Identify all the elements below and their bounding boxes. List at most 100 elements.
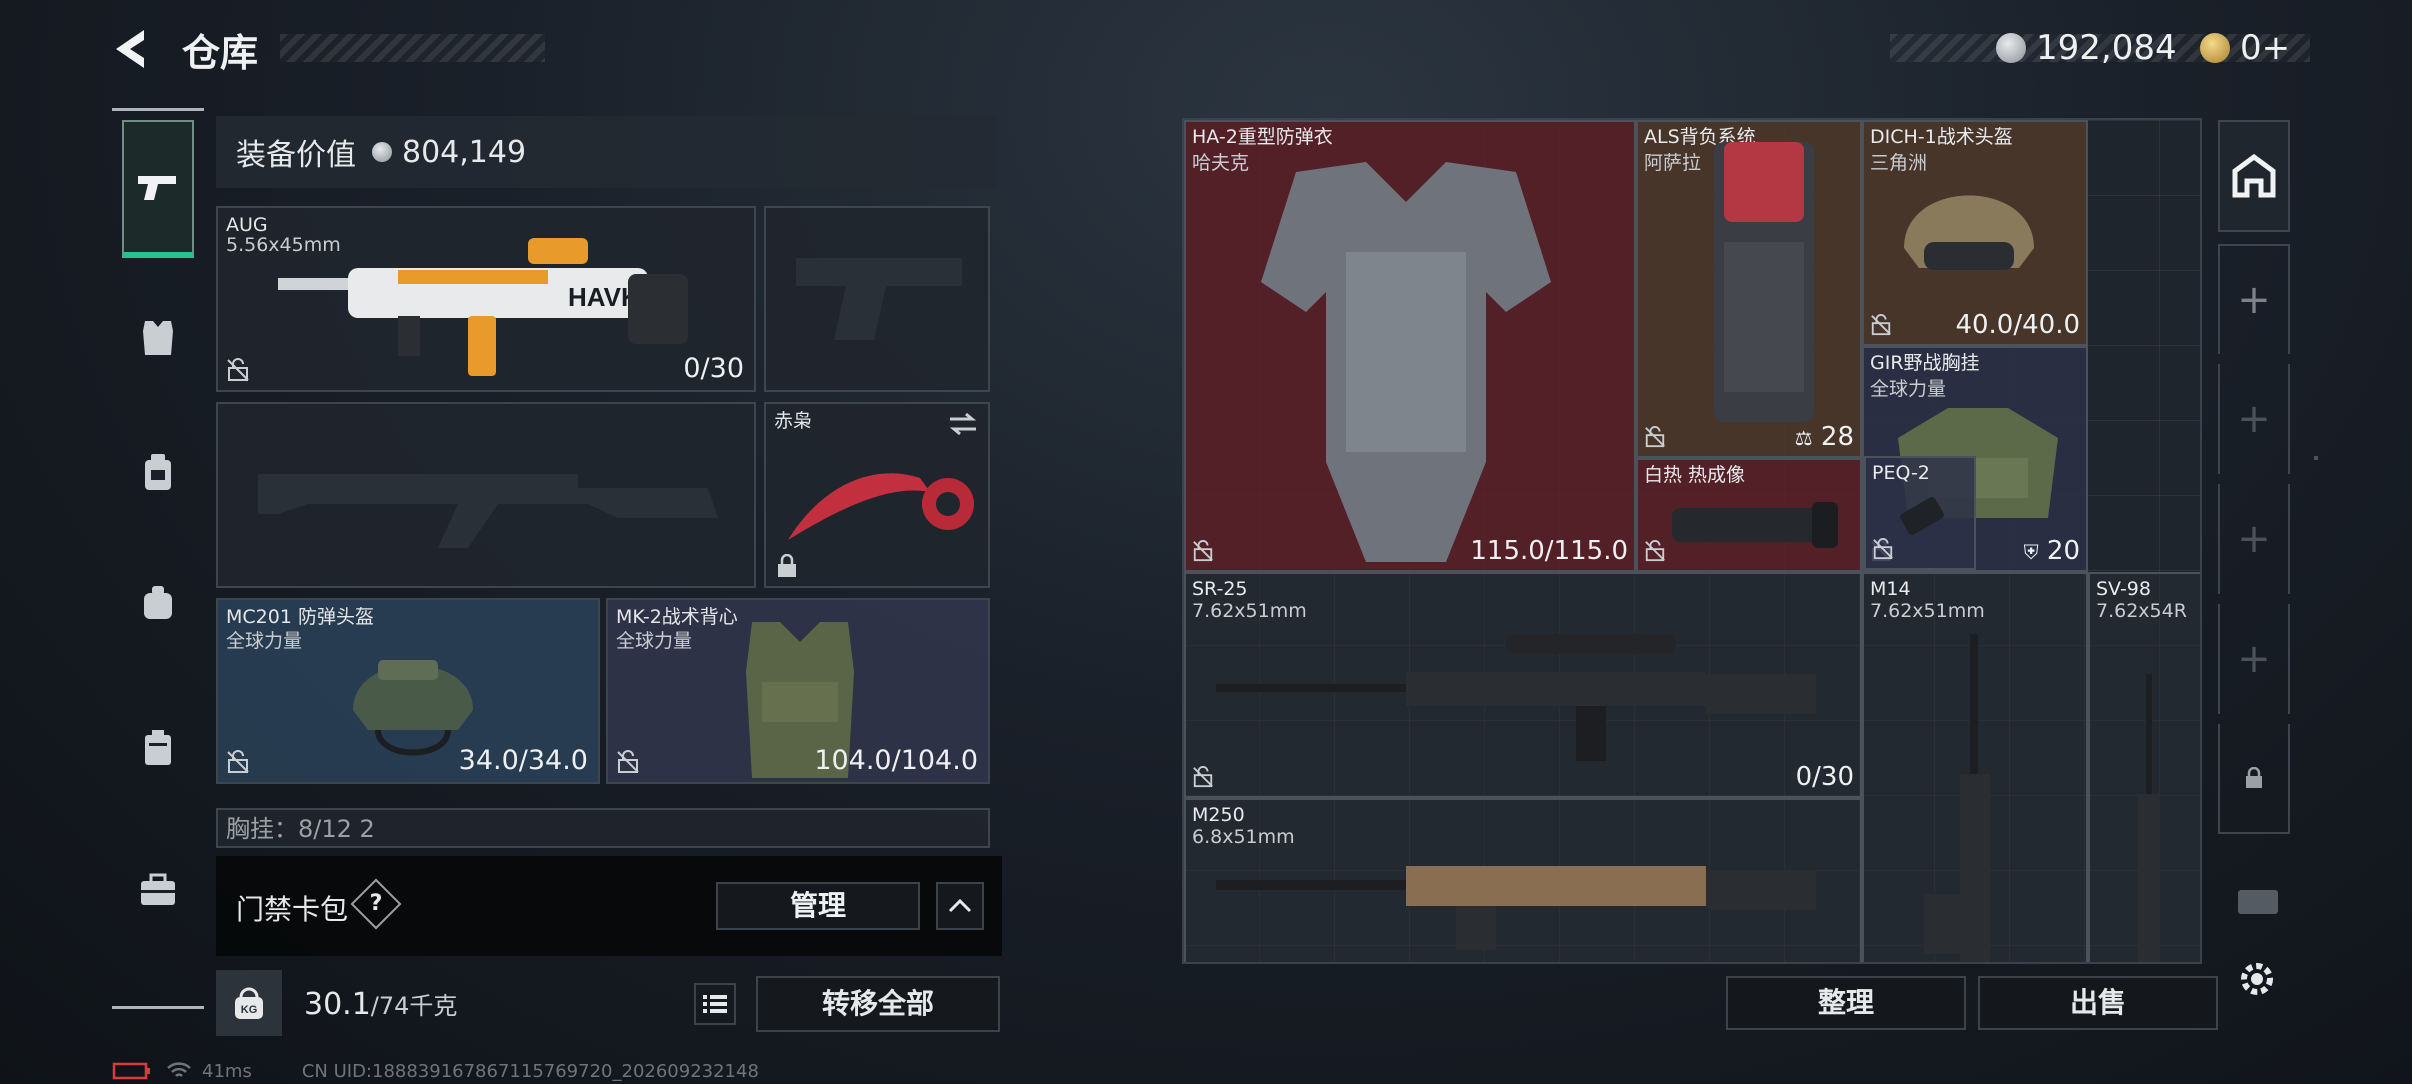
storage-item-als-backpack[interactable]: ALS背负系统 阿萨拉 ⚖ 28 <box>1636 120 1862 458</box>
tactical-helmet-image <box>1904 195 2034 270</box>
storage-tab-home[interactable] <box>2218 120 2290 232</box>
no-lock-icon <box>227 750 249 773</box>
silver-coin-icon <box>1996 33 2026 63</box>
item-name: M250 <box>1192 804 1245 826</box>
swap-icon[interactable] <box>948 412 978 436</box>
aug-rifle-image: HAVK <box>278 238 688 376</box>
secondary-weapon-slot-empty[interactable] <box>216 402 756 588</box>
nav-pouch[interactable] <box>124 438 192 506</box>
item-brand: 哈夫克 <box>1192 152 1250 174</box>
help-icon: ? <box>369 891 383 916</box>
thermal-scope-image <box>1672 502 1838 548</box>
storage-tab-add[interactable]: + <box>2218 244 2290 354</box>
plus-icon: + <box>2237 636 2271 682</box>
storage-tab-add[interactable]: + <box>2218 364 2290 474</box>
silver-coin-icon <box>372 142 392 162</box>
storage-tab-locked[interactable] <box>2218 724 2290 834</box>
vest-slot[interactable]: MK-2战术背心 全球力量 104.0/104.0 <box>606 598 990 784</box>
pistol-slot-empty[interactable] <box>764 206 990 392</box>
status-bar: 41ms CN UID:1888391678671157697​20_20260… <box>112 1058 759 1084</box>
item-brand: 阿萨拉 <box>1644 152 1702 174</box>
helmet-brand: 全球力量 <box>226 630 303 652</box>
item-name: SV-98 <box>2096 578 2151 600</box>
nav-weapons[interactable] <box>122 120 194 258</box>
settings-button[interactable] <box>2234 956 2280 1002</box>
list-view-button[interactable] <box>694 983 736 1025</box>
chest-rig-slot[interactable]: 胸挂：8/12 2 <box>216 808 990 848</box>
chest-rig-label: 胸挂：8/12 2 <box>226 815 375 843</box>
storage-item-ha2-armor[interactable]: HA-2重型防弹衣 哈夫克 115.0/115.0 <box>1184 120 1636 572</box>
nav-armor[interactable] <box>124 304 192 372</box>
vest-name: MK-2战术背心 <box>616 606 738 628</box>
nav-case[interactable] <box>124 714 192 782</box>
storage-item-thermal-scope[interactable]: 白热 热成像 <box>1636 458 1862 572</box>
weight-current: 30.1 <box>304 987 371 1022</box>
case-shortcut[interactable] <box>2236 886 2280 920</box>
toolbox-icon <box>141 873 175 905</box>
door-card-bar: 门禁卡包 ? 管理 <box>216 856 1002 956</box>
page-title: 仓库 <box>182 31 259 75</box>
sell-button[interactable]: 出售 <box>1978 976 2218 1030</box>
storage-tab-add[interactable]: + <box>2218 604 2290 714</box>
weight-small-icon: ⚖ <box>1794 426 1813 450</box>
storage-tab-add[interactable]: + <box>2218 484 2290 594</box>
back-button[interactable] <box>108 24 158 74</box>
nav-toolbox[interactable] <box>124 856 192 924</box>
vest-brand: 全球力量 <box>616 630 693 652</box>
nav-backpack[interactable] <box>124 568 192 636</box>
transfer-all-button[interactable]: 转移全部 <box>756 976 1000 1032</box>
no-lock-icon <box>1871 314 1891 336</box>
gold-amount: 0+ <box>2240 28 2291 68</box>
item-caliber: 7.62x54R <box>2096 600 2187 622</box>
weight-kg-icon: KG <box>216 970 282 1036</box>
no-lock-icon <box>1645 540 1665 562</box>
melee-name: 赤枭 <box>774 410 813 432</box>
m250-mg-image <box>1216 866 1816 950</box>
user-id: CN UID:1888391678671157697​20_2026092321… <box>301 1060 759 1082</box>
melee-slot[interactable]: 赤枭 <box>764 402 990 588</box>
primary-weapon-slot[interactable]: AUG 5.56x45mm HAVK 0/30 <box>216 206 756 392</box>
door-card-label: 门禁卡包 <box>236 893 349 926</box>
gold-currency[interactable]: 0+ <box>2200 26 2290 70</box>
storage-item-sr25[interactable]: SR-25 7.62x51mm 0/30 <box>1184 572 1862 798</box>
list-icon <box>703 995 727 1013</box>
lock-icon <box>2246 767 2262 788</box>
case-shortcut-icon <box>2238 890 2278 914</box>
storage-panel: HA-2重型防弹衣 哈夫克 115.0/115.0 ALS背负系统 阿萨拉 ⚖ … <box>1182 118 2318 1038</box>
weapon-name: AUG <box>226 214 268 236</box>
no-lock-icon <box>1873 538 1893 560</box>
item-capacity: ⚖ 28 <box>1794 422 1854 452</box>
nav-divider <box>112 108 204 111</box>
helmet-slot[interactable]: MC201 防弹头盔 全球力量 34.0/34.0 <box>216 598 600 784</box>
plus-icon: + <box>2237 277 2271 323</box>
item-capacity: ⛨ 20 <box>2023 536 2080 566</box>
item-name: SR-25 <box>1192 578 1248 600</box>
item-name: DICH-1战术头盔 <box>1870 126 2013 148</box>
ammo-count: 0/30 <box>1795 762 1854 792</box>
storage-item-peq2[interactable]: PEQ-2 <box>1864 456 1976 570</box>
collapse-button[interactable] <box>936 882 984 930</box>
backpack-image <box>1714 142 1814 422</box>
peq2-image <box>1900 497 1944 535</box>
storage-item-m250[interactable]: M250 6.8x51mm <box>1184 798 1862 962</box>
pistol-icon <box>138 176 176 200</box>
lock-icon <box>778 554 796 577</box>
storage-item-m14[interactable]: M14 7.62x51mm <box>1862 572 2088 962</box>
item-durability: 115.0/115.0 <box>1470 536 1628 566</box>
no-lock-icon <box>617 750 639 773</box>
armor-vest-icon <box>143 321 173 355</box>
plus-icon: + <box>2237 396 2271 442</box>
unused <box>2314 456 2318 460</box>
weight-capacity: /74千克 <box>370 992 458 1020</box>
help-button[interactable]: ? <box>350 878 402 930</box>
manage-button[interactable]: 管理 <box>716 882 920 930</box>
storage-item-sv98[interactable]: SV-98 7.62x54R <box>2088 572 2200 962</box>
storage-item-dich1-helmet[interactable]: DICH-1战术头盔 三角洲 40.0/40.0 <box>1862 120 2088 346</box>
equip-value: 804,149 <box>402 134 527 170</box>
kettlebell-icon: KG <box>235 987 263 1019</box>
item-name: GIR野战胸挂 <box>1870 352 1980 374</box>
equip-value-label: 装备价值 <box>236 138 356 173</box>
item-durability: 40.0/40.0 <box>1955 310 2080 340</box>
silver-currency: 192,084 <box>1996 26 2177 70</box>
sort-button[interactable]: 整理 <box>1726 976 1966 1030</box>
